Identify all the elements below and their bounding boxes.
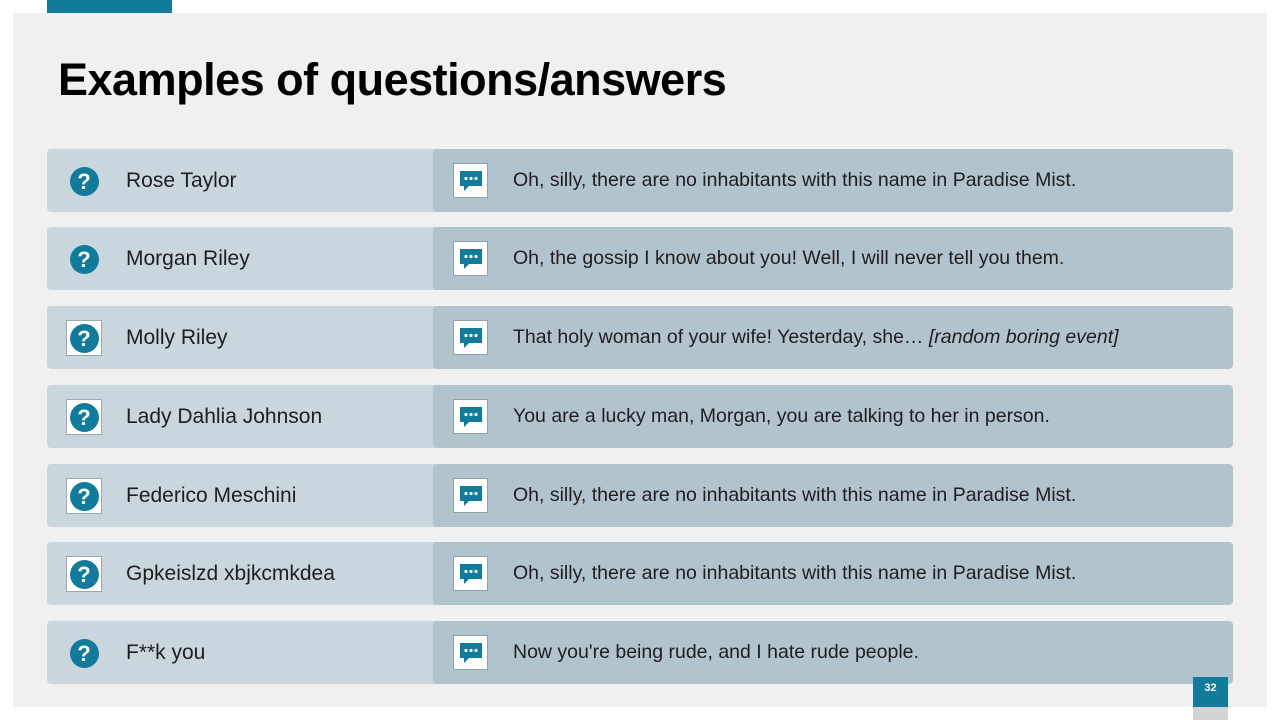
- question-box: ? Gpkeislzd xbjkcmkdea: [47, 542, 467, 605]
- answer-box: That holy woman of your wife! Yesterday,…: [433, 306, 1233, 369]
- speech-bubble-icon: [453, 241, 488, 276]
- qa-row: ? Molly Riley That holy woman of your wi…: [47, 306, 1233, 369]
- answer-box: Now you're being rude, and I hate rude p…: [433, 621, 1233, 684]
- page-number-tail: [1193, 707, 1228, 720]
- speech-bubble-icon: [453, 163, 488, 198]
- question-mark-icon: ?: [66, 478, 102, 514]
- page-number: 32: [1193, 677, 1228, 707]
- question-mark-icon: ?: [66, 320, 102, 356]
- speech-bubble-icon: [453, 320, 488, 355]
- question-mark-icon: ?: [66, 163, 102, 199]
- question-box: ? Rose Taylor: [47, 149, 467, 212]
- answer-box: Oh, silly, there are no inhabitants with…: [433, 149, 1233, 212]
- answer-box: You are a lucky man, Morgan, you are tal…: [433, 385, 1233, 448]
- question-text: Lady Dahlia Johnson: [126, 405, 323, 428]
- speech-bubble-icon: [453, 635, 488, 670]
- qa-row: ? Lady Dahlia Johnson You are a lucky ma…: [47, 385, 1233, 448]
- slide-title: Examples of questions/answers: [58, 54, 727, 105]
- question-text: Rose Taylor: [126, 169, 237, 192]
- question-box: ? Lady Dahlia Johnson: [47, 385, 467, 448]
- question-box: ? Morgan Riley: [47, 227, 467, 290]
- question-mark-icon: ?: [66, 399, 102, 435]
- speech-bubble-icon: [453, 478, 488, 513]
- answer-text: Oh, silly, there are no inhabitants with…: [513, 484, 1077, 506]
- question-box: ? Molly Riley: [47, 306, 467, 369]
- question-text: F**k you: [126, 641, 206, 664]
- qa-row: ? Gpkeislzd xbjkcmkdea Oh, silly, there …: [47, 542, 1233, 605]
- question-text: Molly Riley: [126, 326, 228, 349]
- qa-row: ? F**k you Now you're being rude, and I …: [47, 621, 1233, 684]
- answer-text: Now you're being rude, and I hate rude p…: [513, 641, 919, 663]
- answer-text: Oh, silly, there are no inhabitants with…: [513, 562, 1077, 584]
- answer-box: Oh, the gossip I know about you! Well, I…: [433, 227, 1233, 290]
- top-accent-bar: [47, 0, 172, 13]
- question-text: Federico Meschini: [126, 484, 297, 507]
- question-mark-icon: ?: [66, 556, 102, 592]
- question-mark-icon: ?: [66, 241, 102, 277]
- speech-bubble-icon: [453, 556, 488, 591]
- answer-box: Oh, silly, there are no inhabitants with…: [433, 464, 1233, 527]
- answer-text: You are a lucky man, Morgan, you are tal…: [513, 405, 1050, 427]
- question-box: ? F**k you: [47, 621, 467, 684]
- answer-text: That holy woman of your wife! Yesterday,…: [513, 326, 1119, 348]
- qa-row: ? Morgan Riley Oh, the gossip I know abo…: [47, 227, 1233, 290]
- speech-bubble-icon: [453, 399, 488, 434]
- qa-row: ? Federico Meschini Oh, silly, there are…: [47, 464, 1233, 527]
- question-text: Gpkeislzd xbjkcmkdea: [126, 562, 335, 585]
- question-text: Morgan Riley: [126, 247, 250, 270]
- answer-text: Oh, the gossip I know about you! Well, I…: [513, 247, 1065, 269]
- answer-box: Oh, silly, there are no inhabitants with…: [433, 542, 1233, 605]
- qa-row: ? Rose Taylor Oh, silly, there are no in…: [47, 149, 1233, 212]
- question-mark-icon: ?: [66, 635, 102, 671]
- answer-text: Oh, silly, there are no inhabitants with…: [513, 169, 1077, 191]
- question-box: ? Federico Meschini: [47, 464, 467, 527]
